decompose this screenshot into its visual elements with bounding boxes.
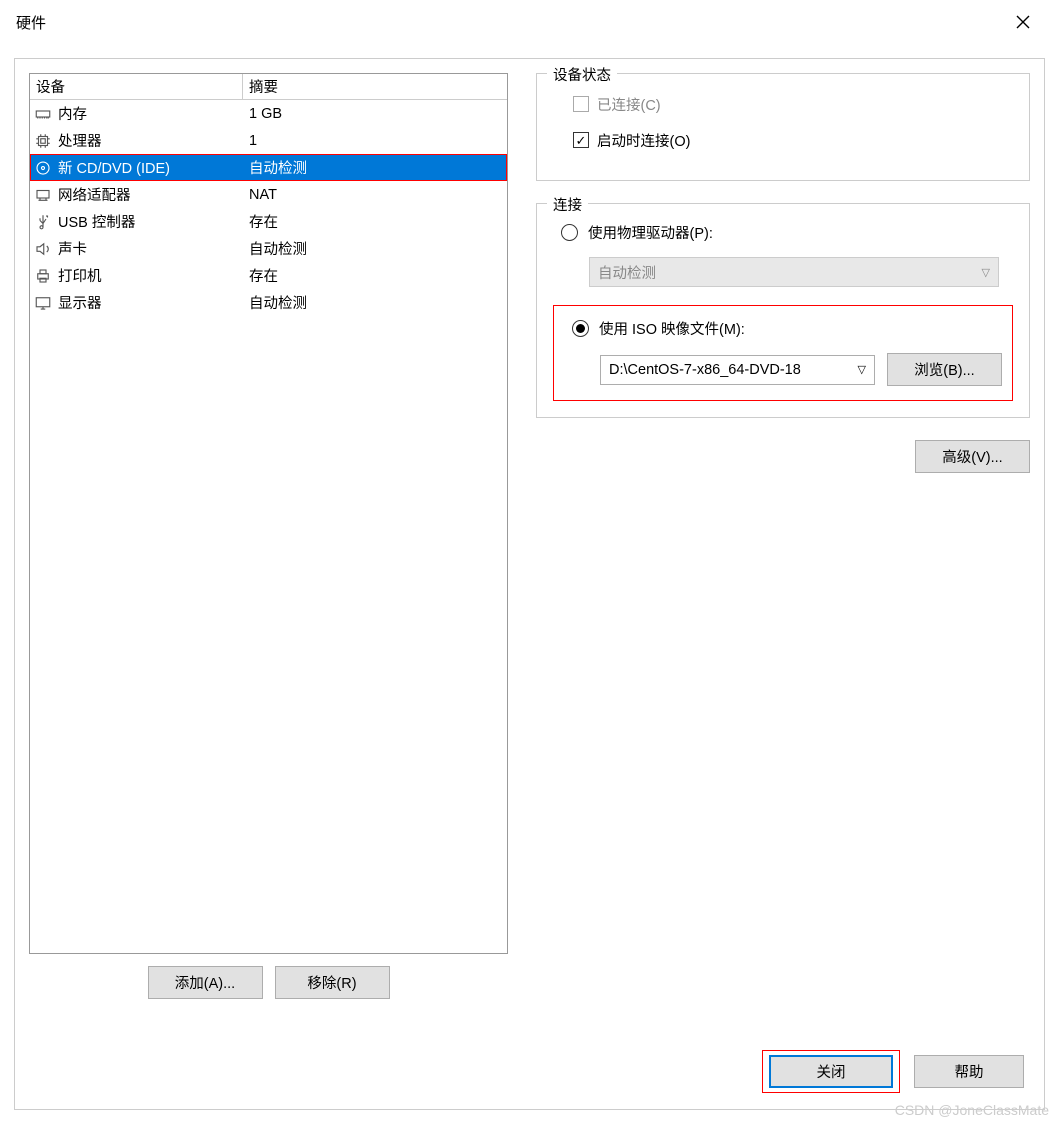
connection-legend: 连接: [547, 194, 588, 215]
connect-poweron-checkbox[interactable]: ✓ 启动时连接(O): [573, 128, 1013, 152]
device-row-sound[interactable]: 声卡 自动检测: [30, 235, 507, 262]
chevron-down-icon: ▽: [982, 266, 990, 279]
checkbox-icon: ✓: [573, 132, 589, 148]
memory-icon: [34, 105, 52, 123]
network-icon: [34, 186, 52, 204]
radio-icon: [572, 320, 589, 337]
iso-path-combo[interactable]: D:\CentOS-7-x86_64-DVD-18 ▽: [600, 355, 875, 385]
iso-file-radio[interactable]: 使用 ISO 映像文件(M):: [572, 318, 1002, 339]
device-name: 打印机: [58, 265, 102, 286]
connected-label: 已连接(C): [597, 94, 661, 115]
iso-file-label: 使用 ISO 映像文件(M):: [599, 318, 745, 339]
device-name: 内存: [58, 103, 87, 124]
device-row-cpu[interactable]: 处理器 1: [30, 127, 507, 154]
connect-poweron-label: 启动时连接(O): [597, 130, 690, 151]
window-title: 硬件: [16, 12, 1003, 33]
device-summary: 存在: [243, 211, 507, 232]
disc-icon: [34, 159, 52, 177]
header-device: 设备: [30, 74, 243, 99]
device-summary: 自动检测: [243, 292, 507, 313]
device-name: 新 CD/DVD (IDE): [58, 157, 170, 178]
device-summary: 1: [243, 133, 507, 149]
close-icon[interactable]: [1003, 2, 1043, 42]
radio-icon: [561, 224, 578, 241]
add-button[interactable]: 添加(A)...: [148, 966, 263, 999]
device-row-cddvd[interactable]: 新 CD/DVD (IDE) 自动检测: [30, 154, 507, 181]
device-state-legend: 设备状态: [547, 64, 617, 85]
device-list[interactable]: 设备 摘要 内存 1 GB 处理器 1 新 CD/DVD (IDE) 自动检测: [29, 73, 508, 954]
device-summary: 自动检测: [243, 157, 507, 178]
device-summary: 自动检测: [243, 238, 507, 259]
device-summary: NAT: [243, 187, 507, 203]
printer-icon: [34, 267, 52, 285]
device-row-usb[interactable]: USB 控制器 存在: [30, 208, 507, 235]
iso-path-value: D:\CentOS-7-x86_64-DVD-18: [609, 362, 801, 378]
physical-drive-value: 自动检测: [598, 262, 656, 283]
connected-checkbox: 已连接(C): [573, 92, 1013, 116]
display-icon: [34, 294, 52, 312]
physical-drive-combo: 自动检测 ▽: [589, 257, 999, 287]
sound-icon: [34, 240, 52, 258]
close-button[interactable]: 关闭: [769, 1055, 893, 1088]
physical-drive-label: 使用物理驱动器(P):: [588, 222, 713, 243]
device-state-group: 设备状态 已连接(C) ✓ 启动时连接(O): [536, 73, 1030, 181]
remove-button[interactable]: 移除(R): [275, 966, 390, 999]
device-row-printer[interactable]: 打印机 存在: [30, 262, 507, 289]
device-name: 显示器: [58, 292, 102, 313]
header-summary: 摘要: [243, 74, 507, 99]
browse-button[interactable]: 浏览(B)...: [887, 353, 1002, 386]
cpu-icon: [34, 132, 52, 150]
checkbox-icon: [573, 96, 589, 112]
chevron-down-icon: ▽: [858, 363, 866, 376]
device-row-nic[interactable]: 网络适配器 NAT: [30, 181, 507, 208]
device-name: 网络适配器: [58, 184, 131, 205]
device-name: 声卡: [58, 238, 87, 259]
usb-icon: [34, 213, 52, 231]
device-name: USB 控制器: [58, 211, 135, 232]
device-summary: 存在: [243, 265, 507, 286]
device-list-header[interactable]: 设备 摘要: [30, 74, 507, 100]
help-button[interactable]: 帮助: [914, 1055, 1024, 1088]
connection-group: 连接 使用物理驱动器(P): 自动检测 ▽ 使用 ISO 映像文件(M):: [536, 203, 1030, 418]
device-summary: 1 GB: [243, 106, 507, 122]
device-row-memory[interactable]: 内存 1 GB: [30, 100, 507, 127]
physical-drive-radio[interactable]: 使用物理驱动器(P):: [561, 222, 1013, 243]
advanced-button[interactable]: 高级(V)...: [915, 440, 1030, 473]
device-name: 处理器: [58, 130, 102, 151]
device-row-display[interactable]: 显示器 自动检测: [30, 289, 507, 316]
